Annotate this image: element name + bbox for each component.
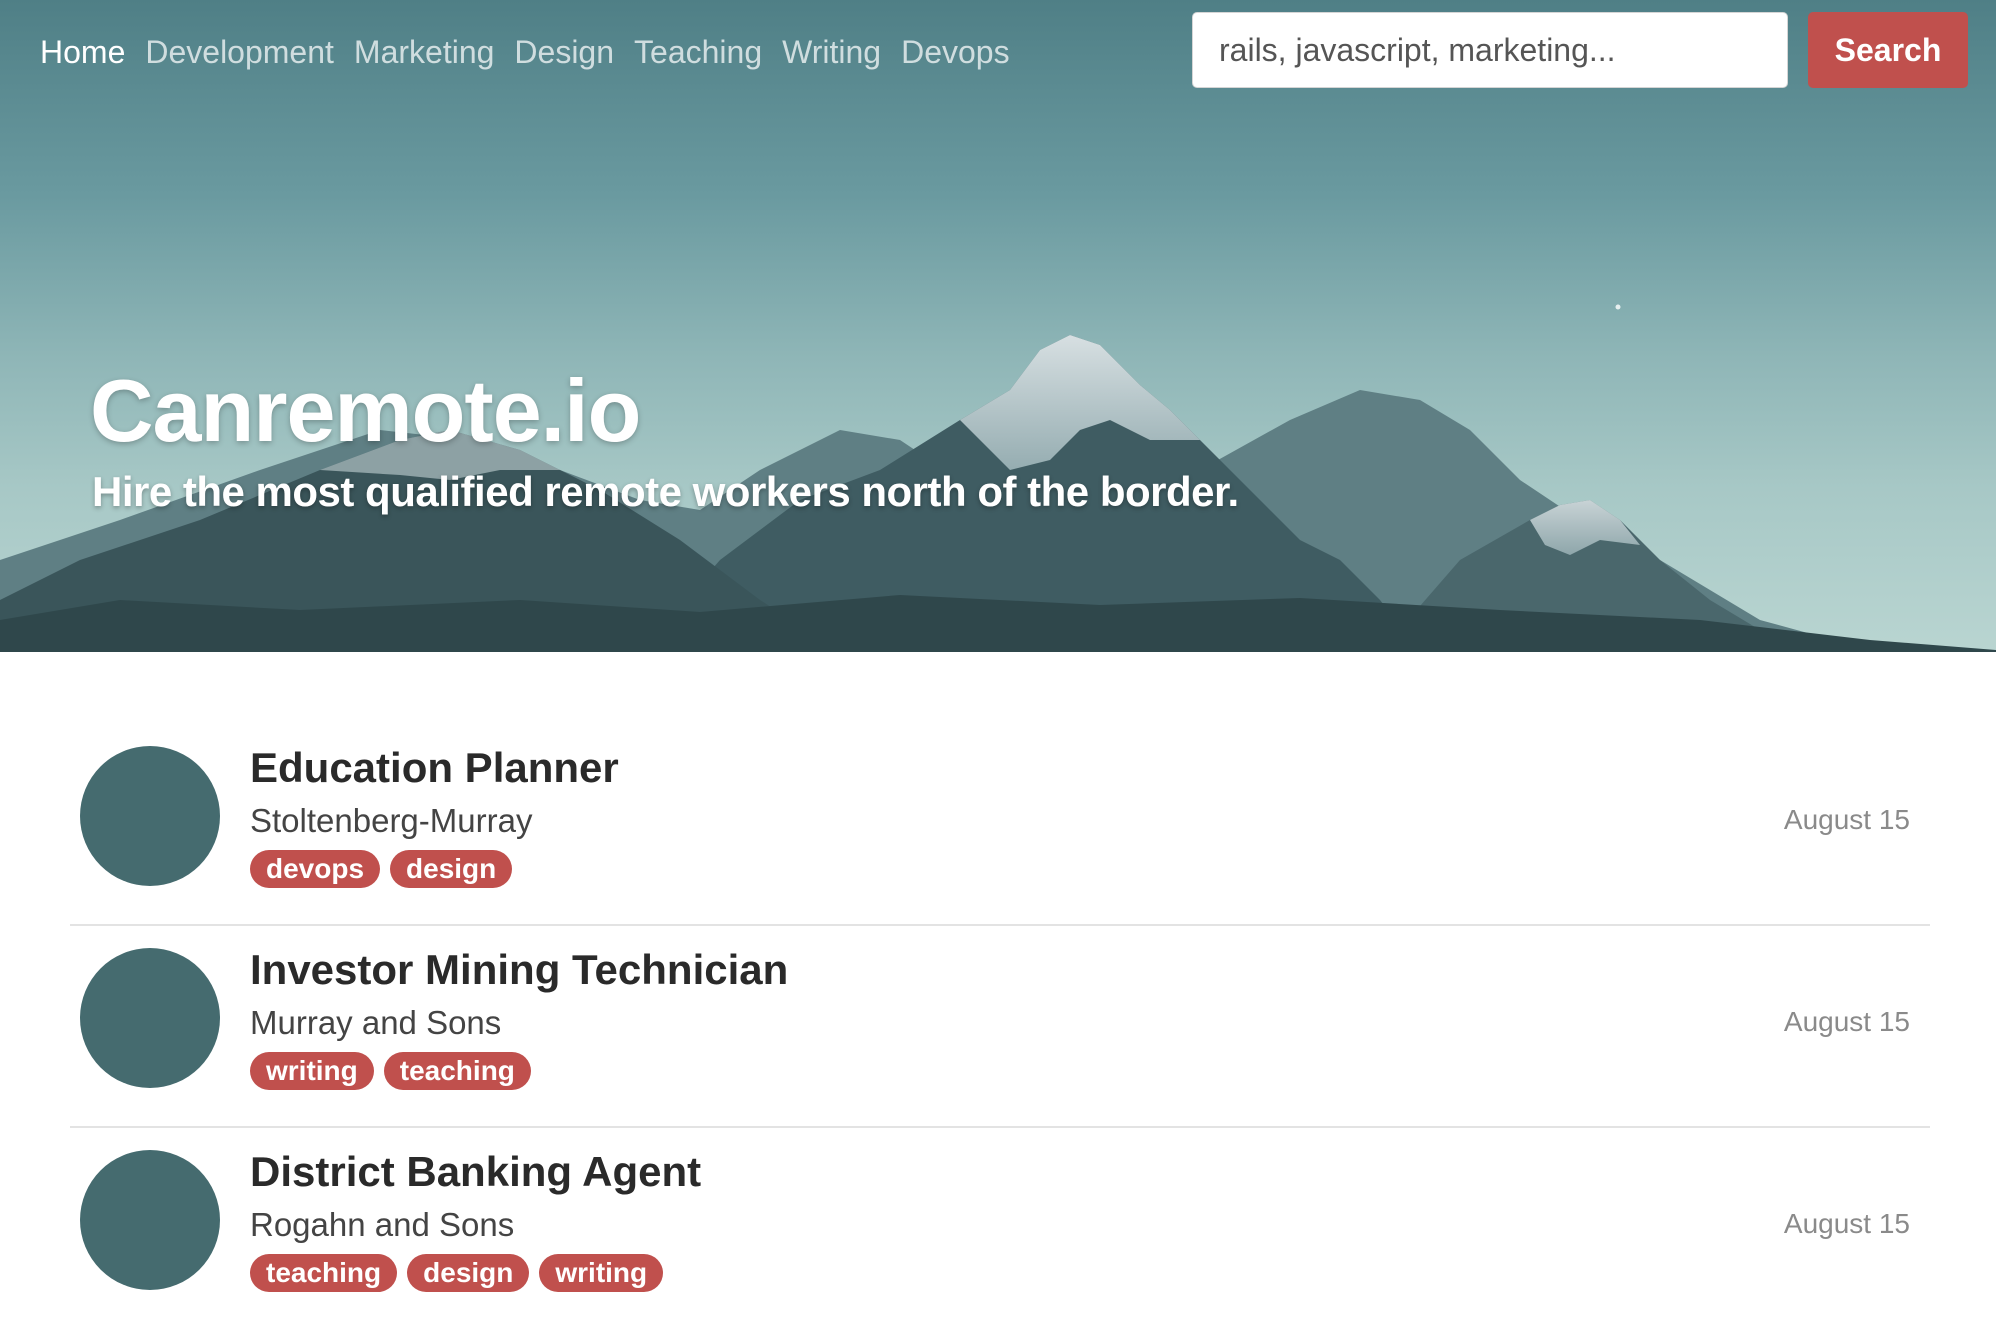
search-button[interactable]: Search (1808, 12, 1968, 88)
job-row[interactable]: District Banking Agent Rogahn and Sons t… (70, 1128, 1930, 1330)
tag-badge[interactable]: design (407, 1254, 530, 1292)
tag-badge[interactable]: teaching (383, 1052, 531, 1090)
hero-title: Canremote.io (90, 361, 641, 460)
job-title[interactable]: Investor Mining Technician (250, 946, 788, 994)
job-row[interactable]: Education Planner Stoltenberg-Murray dev… (70, 724, 1930, 926)
job-list: Education Planner Stoltenberg-Murray dev… (70, 724, 1930, 1330)
nav-item-design[interactable]: Design (514, 34, 614, 71)
tag-list: devops design (250, 850, 513, 888)
tag-badge[interactable]: devops (250, 850, 381, 888)
job-date: August 15 (1783, 1208, 1910, 1239)
nav-item-writing[interactable]: Writing (782, 34, 881, 71)
mountain-background-image (0, 304, 1996, 652)
company-avatar (80, 948, 220, 1088)
job-date: August 15 (1783, 804, 1910, 835)
nav-item-devops[interactable]: Devops (901, 34, 1010, 71)
job-date: August 15 (1783, 1006, 1910, 1037)
search-input[interactable] (1192, 12, 1788, 88)
tag-list: writing teaching (250, 1052, 531, 1090)
hero-banner: Home Development Marketing Design Teachi… (0, 0, 1996, 652)
nav-item-marketing[interactable]: Marketing (354, 34, 495, 71)
tag-badge[interactable]: teaching (250, 1254, 398, 1292)
nav-item-home[interactable]: Home (40, 34, 125, 71)
company-name: Rogahn and Sons (250, 1206, 515, 1243)
tag-badge[interactable]: design (390, 850, 513, 888)
job-title[interactable]: District Banking Agent (250, 1148, 701, 1196)
company-name: Murray and Sons (250, 1004, 502, 1041)
company-name: Stoltenberg-Murray (250, 802, 533, 839)
tag-list: teaching design writing (250, 1254, 664, 1292)
nav-item-teaching[interactable]: Teaching (634, 34, 762, 71)
company-avatar (80, 746, 220, 886)
company-avatar (80, 1150, 220, 1290)
hero-subtitle: Hire the most qualified remote workers n… (92, 468, 1239, 515)
tag-badge[interactable]: writing (539, 1254, 664, 1292)
tag-badge[interactable]: writing (250, 1052, 374, 1090)
job-row[interactable]: Investor Mining Technician Murray and So… (70, 926, 1930, 1128)
job-title[interactable]: Education Planner (250, 744, 619, 792)
main-nav: Home Development Marketing Design Teachi… (40, 30, 1010, 74)
nav-item-development[interactable]: Development (145, 34, 334, 71)
